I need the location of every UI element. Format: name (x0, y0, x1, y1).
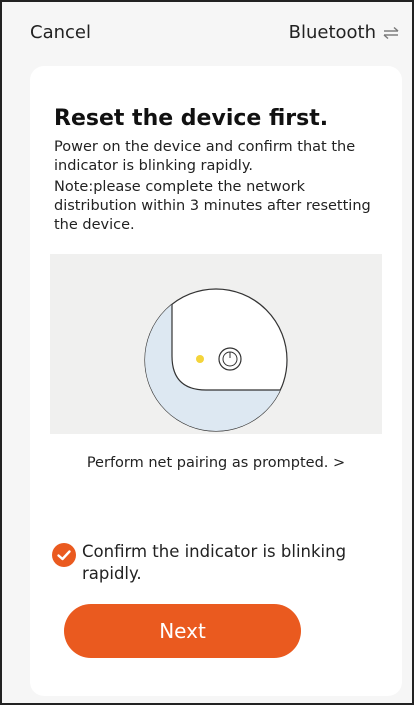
device-indicator-illustration (50, 254, 382, 434)
screen-frame: Cancel Bluetooth Reset the device first.… (0, 0, 414, 705)
power-button-icon (218, 347, 242, 371)
swap-arrows-icon (383, 26, 399, 39)
confirm-label[interactable]: Confirm the indicator is blinking rapidl… (82, 541, 382, 585)
indicator-led-icon (196, 355, 204, 363)
confirm-checkbox[interactable] (52, 543, 76, 567)
check-icon (57, 550, 71, 561)
top-bar: Cancel Bluetooth (2, 2, 412, 64)
note-text: Note:please complete the network distrib… (54, 179, 371, 233)
page-title: Reset the device first. (54, 106, 329, 131)
device-illustration-graphic (144, 288, 288, 432)
bluetooth-mode-switch[interactable]: Bluetooth (289, 22, 400, 43)
reset-instruction-card: Reset the device first. Power on the dev… (30, 66, 402, 696)
instruction-text: Power on the device and confirm that the… (54, 139, 356, 174)
next-button[interactable]: Next (64, 604, 301, 658)
net-pairing-link[interactable]: Perform net pairing as prompted. > (30, 455, 402, 471)
mode-label: Bluetooth (288, 22, 376, 43)
cancel-button[interactable]: Cancel (30, 22, 91, 43)
